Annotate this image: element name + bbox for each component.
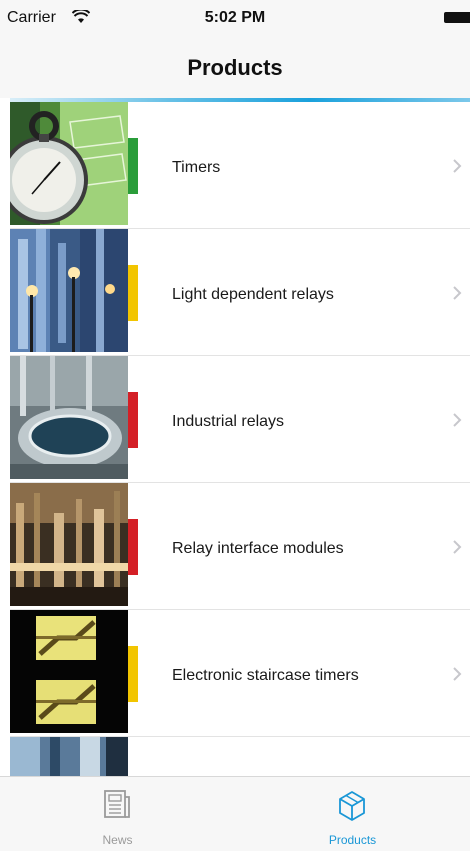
product-row-partial[interactable] — [0, 737, 470, 776]
category-color-tab — [128, 519, 138, 575]
page-title: Products — [187, 55, 283, 80]
tab-label: News — [102, 833, 133, 847]
product-label: Relay interface modules — [172, 540, 344, 557]
industrial-tank-thumbnail — [10, 356, 128, 479]
partial-thumbnail — [10, 737, 128, 776]
chevron-right-icon — [453, 159, 462, 173]
stopwatch-thumbnail — [10, 102, 128, 225]
navigation-bar: Products — [0, 36, 470, 98]
chevron-right-icon — [453, 286, 462, 300]
tab-label: Products — [328, 833, 377, 847]
category-color-tab — [128, 392, 138, 448]
factory-thumbnail — [10, 483, 128, 606]
chevron-right-icon — [453, 667, 462, 681]
product-row-light-dependent-relays[interactable]: Light dependent relays — [0, 229, 470, 356]
product-list[interactable]: Timers Light dependent relays Industrial… — [0, 102, 470, 776]
product-label: Light dependent relays — [172, 286, 334, 303]
tab-products[interactable]: Products — [235, 777, 470, 851]
product-label: Industrial relays — [172, 413, 285, 430]
product-row-electronic-staircase-timers[interactable]: Electronic staircase timers — [0, 610, 470, 737]
product-row-timers[interactable]: Timers — [0, 102, 470, 229]
battery-icon — [444, 12, 470, 23]
product-label: Timers — [172, 159, 221, 176]
status-bar: Carrier 5:02 PM — [0, 0, 470, 36]
status-time: 5:02 PM — [204, 9, 266, 26]
chevron-right-icon — [453, 413, 462, 427]
chevron-right-icon — [453, 540, 462, 554]
staircase-thumbnail — [10, 610, 128, 733]
product-row-relay-interface-modules[interactable]: Relay interface modules — [0, 483, 470, 610]
category-color-tab — [128, 265, 138, 321]
box-icon — [339, 791, 365, 821]
newspaper-icon — [104, 790, 130, 818]
street-lights-thumbnail — [10, 229, 128, 352]
category-color-tab — [128, 138, 138, 194]
tab-news[interactable]: News — [0, 777, 235, 851]
category-color-tab — [128, 646, 138, 702]
tab-bar: News Products — [0, 776, 470, 851]
product-label: Electronic staircase timers — [172, 667, 359, 684]
product-row-industrial-relays[interactable]: Industrial relays — [0, 356, 470, 483]
